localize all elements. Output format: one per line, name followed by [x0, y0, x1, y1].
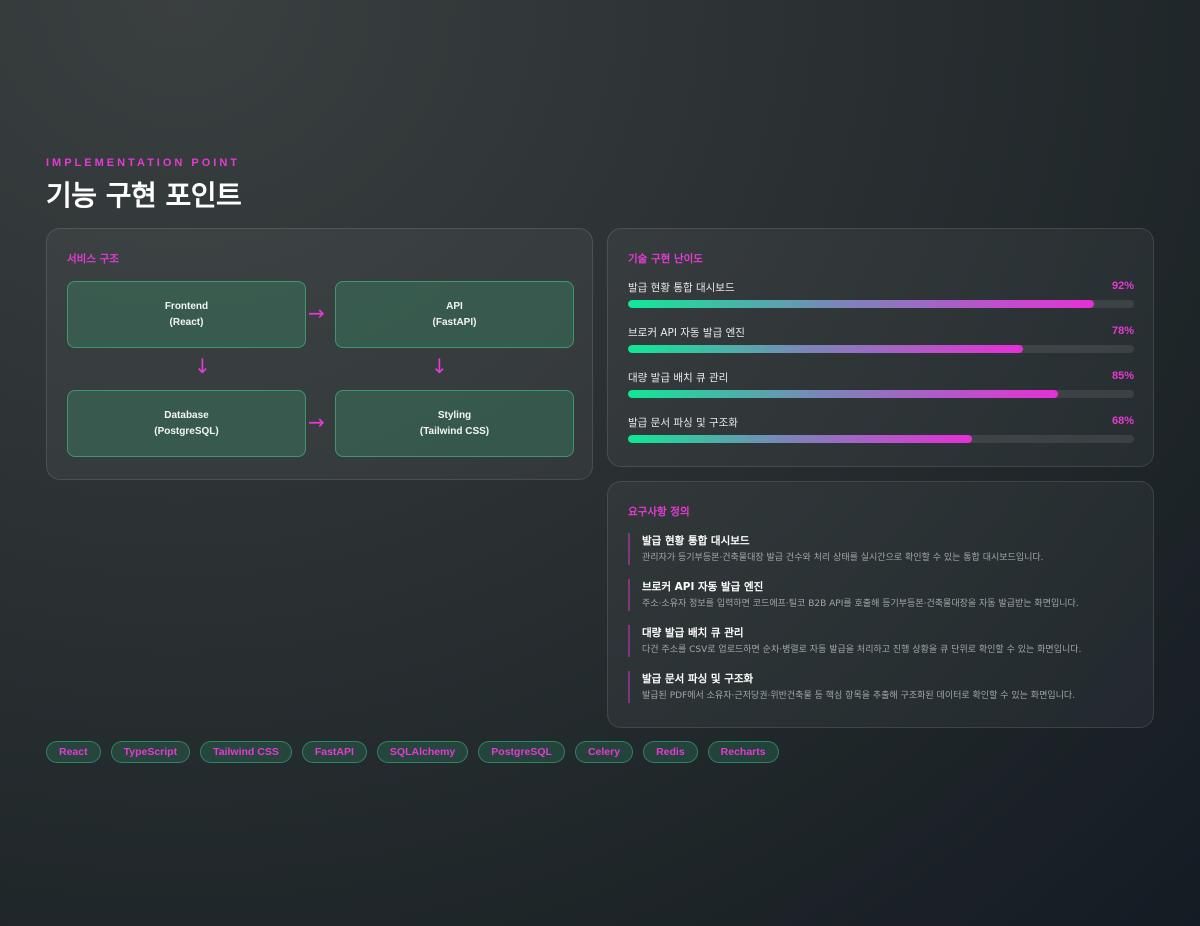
node-name: Styling	[437, 409, 472, 421]
tag-tailwind: Tailwind CSS	[200, 741, 292, 763]
arrow-right-icon: →	[308, 301, 325, 325]
skill-fill	[628, 345, 1023, 353]
node-tech: (React)	[169, 316, 204, 328]
skill-label: 브로커 API 자동 발급 엔진	[628, 327, 745, 339]
skill-percent: 68%	[1111, 415, 1134, 427]
node-tech: (Tailwind CSS)	[419, 425, 490, 437]
tag-react: React	[46, 741, 101, 763]
requirement-title: 발급 문서 파싱 및 구조화	[642, 673, 754, 685]
skill-track	[628, 390, 1134, 398]
node-database: Database (PostgreSQL)	[67, 390, 306, 457]
architecture-card: 서비스 구조 Frontend (React) API (FastAPI) Da…	[46, 228, 593, 480]
requirement-title: 발급 현황 통합 대시보드	[642, 535, 750, 547]
arrow-down-icon: ↓	[194, 354, 211, 378]
skill-fill	[628, 300, 1094, 308]
tag-fastapi: FastAPI	[301, 741, 367, 763]
arrow-down-icon: ↓	[431, 354, 448, 378]
tech-tags: React TypeScript Tailwind CSS FastAPI SQ…	[46, 741, 779, 763]
node-tech: (PostgreSQL)	[154, 425, 219, 437]
tag-redis: Redis	[643, 741, 698, 763]
node-name: Database	[164, 409, 209, 421]
skill-label: 발급 현황 통합 대시보드	[628, 282, 735, 294]
requirement-item: 대량 발급 배치 큐 관리 다건 주소를 CSV로 업로드하면 순차·병렬로 자…	[628, 625, 1128, 657]
requirement-desc: 주소·소유자 정보를 입력하면 코드에프·틸코 B2B API를 호출해 등기부…	[642, 599, 1079, 609]
page-title: 기능 구현 포인트	[46, 179, 242, 212]
requirement-desc: 관리자가 등기부등본·건축물대장 발급 건수와 처리 상태를 실시간으로 확인할…	[642, 553, 1044, 563]
skill-label: 대량 발급 배치 큐 관리	[628, 372, 729, 384]
node-styling: Styling (Tailwind CSS)	[335, 390, 574, 457]
arrow-right-icon: →	[308, 410, 325, 434]
requirement-title: 대량 발급 배치 큐 관리	[642, 627, 744, 639]
requirement-desc: 발급된 PDF에서 소유자·근저당권·위반건축물 등 핵심 항목을 추출해 구조…	[642, 691, 1076, 701]
skill-fill	[628, 390, 1059, 398]
skill-percent: 78%	[1111, 325, 1134, 337]
tag-postgresql: PostgreSQL	[478, 741, 565, 763]
difficulty-card: 기술 구현 난이도 발급 현황 통합 대시보드 92% 브로커 API 자동 발…	[607, 228, 1154, 467]
skill-fill	[628, 435, 973, 443]
node-tech: (FastAPI)	[432, 316, 477, 328]
requirement-desc: 다건 주소를 CSV로 업로드하면 순차·병렬로 자동 발급을 처리하고 진행 …	[642, 645, 1082, 655]
tag-sqlalchemy: SQLAlchemy	[376, 741, 469, 763]
node-frontend: Frontend (React)	[67, 281, 306, 348]
tag-celery: Celery	[574, 741, 634, 763]
requirement-item: 브로커 API 자동 발급 엔진 주소·소유자 정보를 입력하면 코드에프·틸코…	[628, 579, 1128, 611]
tag-typescript: TypeScript	[110, 741, 191, 763]
eyebrow-label: IMPLEMENTATION POINT	[46, 157, 241, 169]
requirement-item: 발급 문서 파싱 및 구조화 발급된 PDF에서 소유자·근저당권·위반건축물 …	[628, 671, 1128, 703]
skill-track	[628, 435, 1134, 443]
requirement-item: 발급 현황 통합 대시보드 관리자가 등기부등본·건축물대장 발급 건수와 처리…	[628, 533, 1128, 565]
node-api: API (FastAPI)	[335, 281, 574, 348]
requirements-title: 요구사항 정의	[628, 506, 690, 518]
skill-track	[628, 300, 1134, 308]
tag-recharts: Recharts	[707, 741, 779, 763]
node-name: API	[446, 300, 463, 312]
node-name: Frontend	[164, 300, 209, 312]
skill-label: 발급 문서 파싱 및 구조화	[628, 417, 738, 429]
requirements-card: 요구사항 정의 발급 현황 통합 대시보드 관리자가 등기부등본·건축물대장 발…	[607, 481, 1154, 728]
requirement-title: 브로커 API 자동 발급 엔진	[642, 581, 764, 593]
skill-percent: 92%	[1111, 280, 1134, 292]
architecture-title: 서비스 구조	[67, 253, 119, 265]
difficulty-title: 기술 구현 난이도	[628, 253, 703, 265]
skill-track	[628, 345, 1134, 353]
skill-percent: 85%	[1111, 370, 1134, 382]
